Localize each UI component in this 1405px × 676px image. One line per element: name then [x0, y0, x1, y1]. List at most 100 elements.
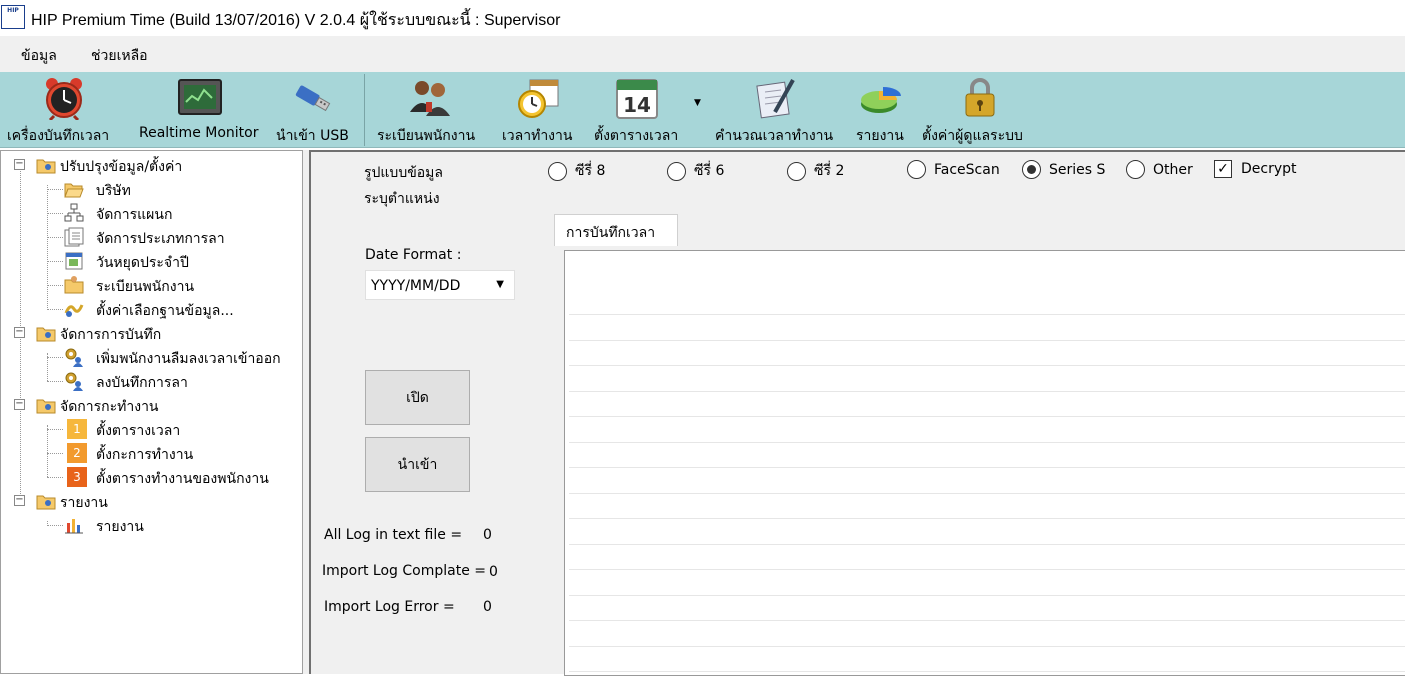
toolbar-import-usb-button[interactable]: นำเข้า USB [270, 72, 360, 148]
tree-item-label: เพิ่มพนักงานลืมลงเวลาเข้าออก [96, 351, 281, 367]
tree-group-settings[interactable]: − ปรับปรุงข้อมูล/ตั้งค่า [1, 153, 301, 177]
list-gridline [569, 365, 1405, 366]
alarm-clock-icon [46, 78, 82, 120]
menu-help[interactable]: ช่วยเหลือ [91, 45, 148, 67]
folder-people-icon [36, 399, 56, 414]
position-label: ระบุตำแหน่ง [364, 191, 440, 207]
app-logo-icon: HIP [1, 5, 25, 29]
dropdown-arrow-icon[interactable]: ▼ [694, 98, 701, 108]
tree-item-label: จัดการประเภทการลา [96, 231, 225, 247]
radio-circle[interactable] [548, 161, 567, 181]
tree-group-label: จัดการกะทำงาน [60, 399, 159, 415]
folder-people-icon [36, 495, 56, 510]
list-gridline [569, 391, 1405, 392]
toolbar-work-time-button[interactable]: เวลาทำงาน [496, 72, 584, 148]
clock-calendar-icon [518, 79, 559, 118]
tree-item-forgot-checkin[interactable]: เพิ่มพนักงานลืมลงเวลาเข้าออก [1, 345, 301, 369]
window-title: HIP Premium Time (Build 13/07/2016) V 2.… [31, 12, 561, 29]
gear-person-icon [65, 372, 83, 391]
calendar-day: 14 [623, 93, 651, 117]
tree-item-label: ตั้งกะการทำงาน [96, 447, 194, 463]
stat-import-complete-label: Import Log Complate = [322, 563, 486, 579]
radio-label: FaceScan [934, 161, 1000, 178]
list-gridline [569, 467, 1405, 468]
radio-series-2[interactable]: ซีรี่ 2 [787, 160, 844, 182]
collapse-icon[interactable]: − [14, 327, 25, 338]
step-3-icon: 3 [67, 467, 87, 487]
time-records-list[interactable] [564, 250, 1405, 676]
radio-circle[interactable] [667, 161, 686, 181]
tree-connector [47, 309, 63, 310]
tree-item-label: รายงาน [96, 519, 144, 535]
tree-item-label: วันหยุดประจำปี [96, 255, 189, 271]
tree-connector [47, 189, 63, 190]
tree-group-records[interactable]: − จัดการการบันทึก [1, 321, 301, 345]
list-gridline [569, 595, 1405, 596]
tree-item-schedule[interactable]: 1 ตั้งตารางเวลา [1, 417, 301, 441]
tab-time-records[interactable]: การบันทึกเวลา [554, 214, 678, 246]
tree-connector [47, 477, 63, 478]
toolbar-employee-register-button[interactable]: ระเบียนพนักงาน [373, 72, 491, 148]
radio-series-8[interactable]: ซีรี่ 8 [548, 160, 605, 182]
tree-group-reports[interactable]: − รายงาน [1, 489, 301, 513]
import-button[interactable]: นำเข้า [365, 437, 470, 492]
tree-item-shift-setup[interactable]: 2 ตั้งกะการทำงาน [1, 441, 301, 465]
chevron-down-icon[interactable]: ▼ [496, 279, 504, 290]
toolbar-label: เครื่องบันทึกเวลา [7, 128, 110, 144]
toolbar-admin-settings-button[interactable]: ตั้งค่าผู้ดูแลระบบ [918, 72, 1042, 148]
tree-item-company[interactable]: บริษัท [1, 177, 301, 201]
tree-item-employee-schedule[interactable]: 3 ตั้งตารางทำงานของพนักงาน [1, 465, 301, 489]
date-format-select[interactable]: YYYY/MM/DD ▼ [365, 270, 515, 300]
tree-item-department[interactable]: จัดการแผนก [1, 201, 301, 225]
tree-connector [47, 357, 63, 358]
gear-person-icon [65, 348, 83, 367]
list-gridline [569, 416, 1405, 417]
tree-item-employees[interactable]: ระเบียนพนักงาน [1, 273, 301, 297]
menu-data[interactable]: ข้อมูล [21, 45, 57, 67]
open-button[interactable]: เปิด [365, 370, 470, 425]
radio-circle-selected[interactable] [1022, 160, 1041, 179]
checkbox-checkmark-icon[interactable]: ✓ [1214, 160, 1232, 178]
toolbar-label: ตั้งค่าผู้ดูแลระบบ [922, 128, 1023, 144]
step-1-icon: 1 [67, 419, 87, 439]
radio-other[interactable]: Other [1126, 160, 1193, 179]
padlock-icon [965, 78, 995, 117]
radio-series-6[interactable]: ซีรี่ 6 [667, 160, 724, 182]
stat-all-log-label: All Log in text file = [324, 527, 463, 543]
radio-facescan[interactable]: FaceScan [907, 160, 1000, 179]
org-chart-icon [64, 203, 84, 222]
toolbar-label: นำเข้า USB [276, 128, 349, 144]
list-gridline [569, 493, 1405, 494]
tree-item-label: บริษัท [96, 183, 131, 199]
toolbar-time-recorder-button[interactable]: เครื่องบันทึกเวลา [0, 72, 130, 148]
navigation-tree: − ปรับปรุงข้อมูล/ตั้งค่า บริษัท จัดการแผ… [0, 150, 303, 674]
collapse-icon[interactable]: − [14, 399, 25, 410]
tree-group-label: รายงาน [60, 495, 108, 511]
list-gridline [569, 671, 1405, 672]
tree-item-leave-record[interactable]: ลงบันทึกการลา [1, 369, 301, 393]
radio-circle[interactable] [907, 160, 926, 179]
tree-item-holidays[interactable]: วันหยุดประจำปี [1, 249, 301, 273]
tree-connector [47, 261, 63, 262]
tree-item-report[interactable]: รายงาน [1, 513, 301, 537]
toolbar-realtime-monitor-button[interactable]: Realtime Monitor [134, 72, 264, 148]
toolbar-report-button[interactable]: รายงาน [853, 72, 913, 148]
tree-connector [47, 381, 63, 382]
monitor-icon [178, 79, 222, 115]
tree-item-leave-types[interactable]: จัดการประเภทการลา [1, 225, 301, 249]
tree-group-shifts[interactable]: − จัดการกะทำงาน [1, 393, 301, 417]
radio-circle[interactable] [787, 161, 806, 181]
radio-label: Other [1153, 161, 1193, 178]
decrypt-checkbox[interactable]: ✓ Decrypt [1214, 160, 1297, 178]
title-bar: HIP HIP Premium Time (Build 13/07/2016) … [0, 0, 1405, 36]
radio-circle[interactable] [1126, 160, 1145, 179]
collapse-icon[interactable]: − [14, 159, 25, 170]
radio-series-s[interactable]: Series S [1022, 160, 1105, 179]
toolbar-calculate-button[interactable]: คำนวณเวลาทำงาน [713, 72, 849, 148]
tree-item-database[interactable]: ตั้งค่าเลือกฐานข้อมูล... [1, 297, 301, 321]
collapse-icon[interactable]: − [14, 495, 25, 506]
stat-import-error-label: Import Log Error = [324, 599, 455, 615]
toolbar-schedule-button[interactable]: 14 ▼ ตั้งตารางเวลา [590, 72, 708, 148]
radio-label: ซีรี่ 6 [694, 163, 725, 179]
radio-label: Series S [1049, 161, 1106, 178]
